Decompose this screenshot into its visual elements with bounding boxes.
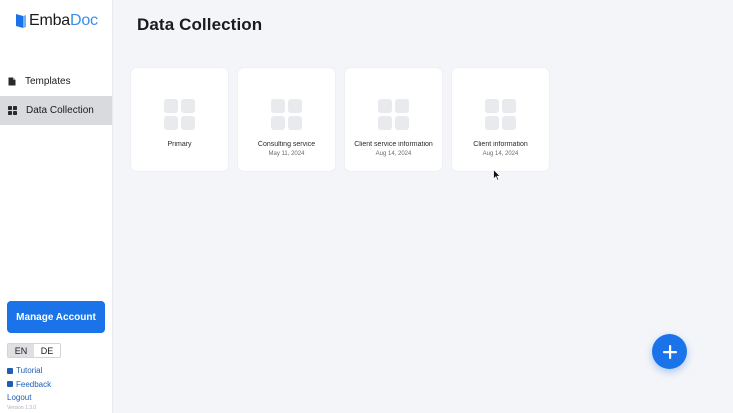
grid-placeholder-icon — [485, 99, 516, 130]
plus-icon — [662, 344, 677, 359]
file-icon — [8, 77, 16, 86]
mouse-cursor-icon — [493, 169, 501, 181]
grid-placeholder-icon — [271, 99, 302, 130]
feedback-link[interactable]: Feedback — [7, 378, 51, 391]
page-title: Data Collection — [137, 15, 263, 34]
sidebar-nav: Templates Data Collection — [0, 67, 112, 125]
main-content: Data Collection Primary Consulting servi… — [113, 0, 733, 413]
sidebar-item-label: Data Collection — [26, 105, 94, 116]
version-label: Version 1.3.0 — [7, 405, 37, 411]
grid-icon — [8, 106, 17, 115]
sidebar-item-templates[interactable]: Templates — [0, 67, 112, 96]
sidebar-item-data-collection[interactable]: Data Collection — [0, 96, 112, 125]
card-name: Consulting service — [257, 141, 316, 148]
logout-link[interactable]: Logout — [7, 391, 51, 404]
tutorial-link[interactable]: Tutorial — [7, 364, 51, 377]
language-option-en[interactable]: EN — [8, 344, 34, 357]
card-name: Primary — [167, 141, 192, 148]
sidebar: EmbaDoc Templates Data Collection Manage… — [0, 0, 113, 413]
tutorial-link-label: Tutorial — [16, 366, 43, 375]
add-collection-button[interactable] — [652, 334, 687, 369]
card-list: Primary Consulting service May 11, 2024 — [131, 68, 549, 171]
logout-link-label: Logout — [7, 393, 32, 402]
grid-placeholder-icon — [378, 99, 409, 130]
collection-card-client-service-information[interactable]: Client service information Aug 14, 2024 — [345, 68, 442, 171]
collection-card-client-information[interactable]: Client information Aug 14, 2024 — [452, 68, 549, 171]
logo-text: EmbaDoc — [29, 12, 98, 29]
card-date: Aug 14, 2024 — [375, 151, 412, 157]
grid-placeholder-icon — [164, 99, 195, 130]
language-option-de[interactable]: DE — [34, 344, 60, 357]
collection-card-primary[interactable]: Primary — [131, 68, 228, 171]
card-name: Client information — [473, 141, 528, 148]
card-name: Client service information — [354, 141, 433, 148]
sidebar-links: Tutorial Feedback Logout — [7, 364, 51, 405]
card-date: May 11, 2024 — [268, 151, 305, 157]
language-switch: EN DE — [7, 343, 61, 358]
feedback-link-label: Feedback — [16, 379, 52, 389]
tutorial-icon — [7, 367, 13, 374]
sidebar-item-label: Templates — [25, 76, 71, 87]
app-root: EmbaDoc Templates Data Collection Manage… — [0, 0, 733, 413]
collection-card-consulting-service[interactable]: Consulting service May 11, 2024 — [238, 68, 335, 171]
card-date: Aug 14, 2024 — [482, 151, 519, 157]
manage-account-button[interactable]: Manage Account — [7, 301, 105, 333]
feedback-icon — [7, 381, 13, 387]
logo-icon — [16, 14, 26, 28]
app-logo[interactable]: EmbaDoc — [15, 12, 98, 30]
